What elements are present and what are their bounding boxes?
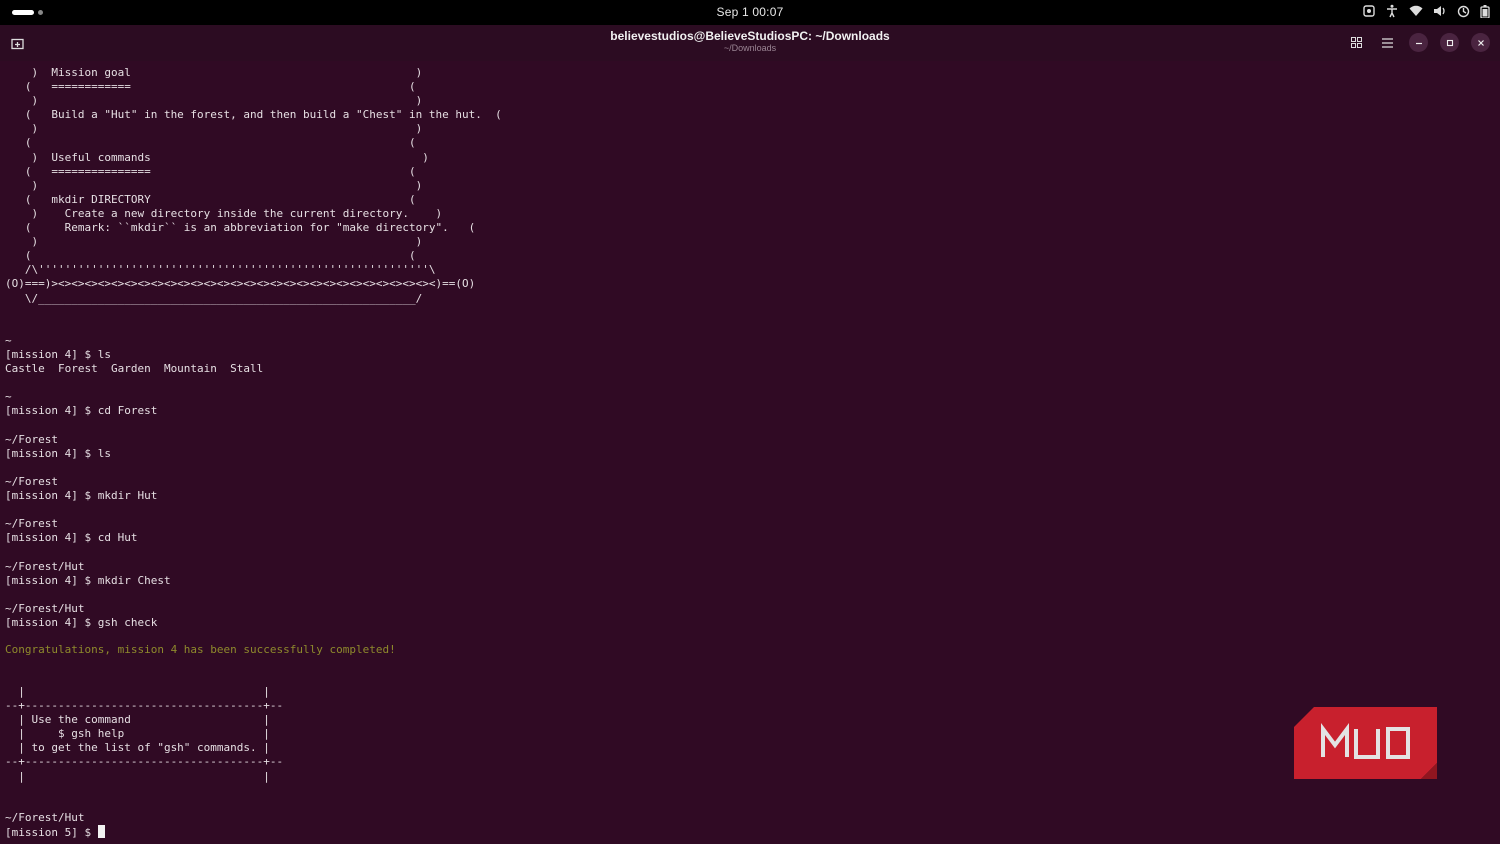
view-tabs-icon[interactable] (1347, 33, 1366, 52)
close-button[interactable] (1471, 33, 1490, 52)
text-cursor (97, 825, 105, 839)
window-title: believestudios@BelieveStudiosPC: ~/Downl… (610, 29, 890, 43)
minimize-button[interactable] (1409, 33, 1428, 52)
battery-icon[interactable] (1480, 4, 1490, 18)
clock[interactable]: Sep 1 00:07 (0, 5, 1500, 19)
active-prompt[interactable]: ~/Forest/Hut [mission 5] $ (0, 811, 105, 840)
command-history: ~ [mission 4] $ ls Castle Forest Garden … (5, 334, 264, 629)
mission-scroll-banner: ) Mission goal ) ( ============ ( ) ) ( … (5, 66, 502, 305)
terminal-output[interactable]: ) Mission goal ) ( ============ ( ) ) ( … (0, 61, 1500, 844)
window-subtitle: ~/Downloads (723, 43, 777, 53)
maximize-icon (1446, 39, 1453, 46)
close-icon (1477, 39, 1484, 46)
window-controls (1347, 33, 1490, 52)
screenshot-icon[interactable] (1363, 5, 1375, 17)
volume-icon[interactable] (1433, 5, 1447, 17)
accessibility-icon[interactable] (1385, 4, 1399, 18)
terminal-titlebar[interactable]: believestudios@BelieveStudiosPC: ~/Downl… (0, 25, 1500, 61)
prompt-text: [mission 5] $ (5, 826, 98, 840)
minimize-icon (1415, 42, 1422, 44)
power-icon[interactable] (1457, 5, 1470, 18)
current-directory: ~/Forest/Hut (5, 811, 85, 824)
system-top-bar: Sep 1 00:07 (0, 0, 1500, 25)
help-hint-box: | | --+---------------------------------… (5, 685, 284, 783)
muo-watermark-logo (1294, 707, 1437, 779)
maximize-button[interactable] (1440, 33, 1459, 52)
hamburger-menu-icon[interactable] (1378, 33, 1397, 52)
system-tray[interactable] (1363, 4, 1490, 18)
wifi-icon[interactable] (1409, 5, 1423, 17)
success-message: Congratulations, mission 4 has been succ… (5, 643, 396, 656)
